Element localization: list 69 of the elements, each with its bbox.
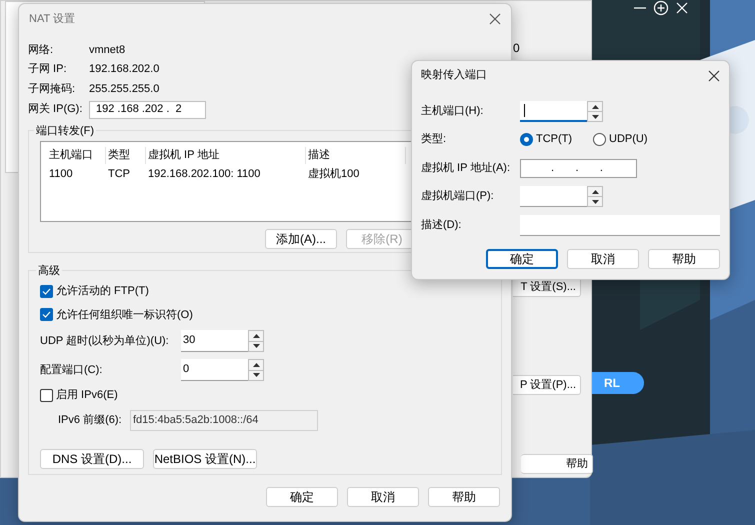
up-arrow-icon[interactable] bbox=[252, 362, 260, 367]
plus-circle-icon[interactable] bbox=[653, 0, 669, 16]
window-title: NAT 设置 bbox=[29, 12, 76, 27]
dialog-button[interactable]: DNS 设置(D)... bbox=[40, 448, 144, 468]
up-arrow-icon[interactable] bbox=[592, 104, 598, 108]
ip-address-field[interactable]: . . . bbox=[520, 158, 637, 178]
field-label: 网关 IP(G): bbox=[28, 102, 84, 118]
field-label: 子网掩码: bbox=[28, 82, 76, 96]
spin-buttons[interactable] bbox=[587, 186, 603, 207]
column-header[interactable]: 虚拟机 IP 地址 bbox=[146, 147, 306, 164]
down-arrow-icon[interactable] bbox=[592, 114, 598, 118]
field-label: 配置端口(C): bbox=[40, 362, 104, 378]
column-header[interactable]: 描述 bbox=[306, 147, 406, 164]
close-icon[interactable] bbox=[489, 13, 501, 25]
spin-buttons[interactable] bbox=[248, 330, 264, 352]
text-cursor bbox=[524, 104, 525, 117]
cell-text: 0 bbox=[513, 40, 520, 57]
down-arrow-icon[interactable] bbox=[252, 373, 260, 378]
field-label: UDP 超时(以秒为单位)(U): bbox=[40, 334, 170, 349]
up-arrow-icon[interactable] bbox=[252, 334, 260, 338]
field-value: 255.255.255.0 bbox=[89, 82, 160, 96]
radio-label[interactable]: TCP(T) bbox=[536, 130, 572, 148]
list-cell-text: 1100 bbox=[48, 166, 74, 182]
dialog-button[interactable]: 取消 bbox=[567, 249, 639, 269]
checkbox[interactable] bbox=[40, 284, 53, 298]
field-label: 网络: bbox=[28, 42, 54, 58]
down-arrow-icon[interactable] bbox=[592, 200, 598, 204]
field-label: 子网 IP: bbox=[28, 62, 68, 77]
dialog-button[interactable]: 确定 bbox=[486, 249, 558, 269]
field-label: 主机端口(H): bbox=[421, 104, 484, 120]
checkbox-label[interactable]: 允许任何组织唯一标识符(O) bbox=[56, 306, 193, 323]
dialog-button[interactable]: 帮助 bbox=[521, 454, 593, 474]
column-header[interactable]: 类型 bbox=[106, 147, 146, 164]
vm-port-field[interactable] bbox=[520, 186, 587, 207]
description-field[interactable] bbox=[520, 215, 720, 236]
dialog-button[interactable]: 添加(A)... bbox=[265, 229, 337, 249]
close-icon[interactable] bbox=[708, 70, 720, 82]
dialog-button[interactable]: 帮助 bbox=[428, 486, 500, 506]
number-field[interactable]: 0 bbox=[181, 359, 248, 381]
radio-button[interactable] bbox=[593, 132, 606, 146]
checkbox[interactable] bbox=[40, 308, 53, 322]
radio-button[interactable] bbox=[520, 132, 533, 146]
spin-buttons[interactable] bbox=[587, 101, 603, 122]
field-value: vmnet8 bbox=[89, 42, 126, 58]
dialog-button[interactable]: 取消 bbox=[347, 486, 419, 506]
host-port-field[interactable] bbox=[520, 101, 587, 122]
checkbox-label[interactable]: 允许活动的 FTP(T) bbox=[56, 283, 149, 300]
window-title: 映射传入端口 bbox=[421, 67, 487, 84]
dialog-button[interactable]: P 设置(P)... bbox=[513, 375, 581, 395]
field-value: 192.168.202.0 bbox=[89, 62, 160, 77]
dialog-button[interactable]: NetBIOS 设置(N)... bbox=[153, 448, 257, 468]
number-field[interactable]: 30 bbox=[181, 330, 248, 352]
list-cell-text: TCP bbox=[107, 166, 131, 182]
list-cell-text: 虚拟机100 bbox=[307, 166, 360, 182]
radio-label[interactable]: UDP(U) bbox=[609, 130, 648, 148]
field-label: IPv6 前缀(6): bbox=[58, 412, 123, 428]
dialog-button[interactable]: 帮助 bbox=[648, 249, 720, 269]
list-cell-text: 192.168.202.100: 1100 bbox=[147, 166, 262, 182]
ip-address-field[interactable]: 192 .168 .202 . 2 bbox=[89, 100, 206, 118]
down-arrow-icon[interactable] bbox=[252, 344, 260, 348]
checkbox-label[interactable]: 启用 IPv6(E) bbox=[56, 387, 118, 404]
dialog-button[interactable]: 确定 bbox=[266, 486, 338, 506]
group-title: 高级 bbox=[37, 264, 61, 278]
field-label: 虚拟机端口(P): bbox=[421, 188, 495, 204]
checkbox[interactable] bbox=[40, 388, 53, 402]
up-arrow-icon[interactable] bbox=[592, 190, 598, 194]
spin-buttons[interactable] bbox=[248, 359, 264, 381]
column-header[interactable]: 主机端口 bbox=[47, 147, 106, 164]
group-title: 端口转发(F) bbox=[35, 124, 96, 138]
